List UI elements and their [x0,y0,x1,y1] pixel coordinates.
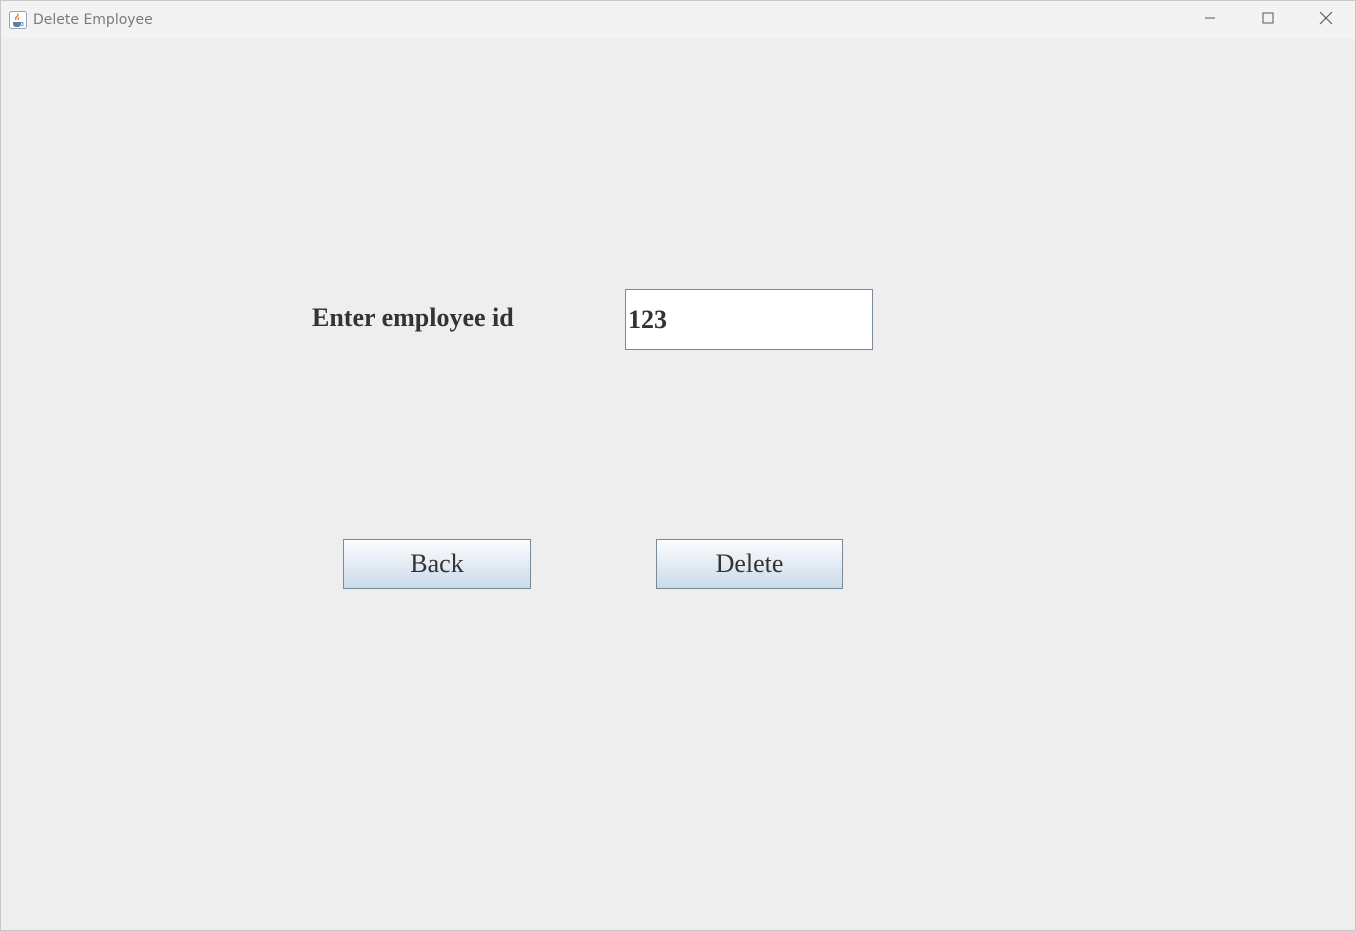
employee-id-label: Enter employee id [312,303,514,332]
back-button[interactable]: Back [343,539,531,589]
window-title: Delete Employee [33,12,153,28]
form-panel: Enter employee id Back Delete [1,39,1355,930]
close-icon [1319,11,1333,30]
java-cup-icon [9,11,27,29]
maximize-button[interactable] [1239,1,1297,39]
minimize-button[interactable] [1181,1,1239,39]
employee-id-input[interactable] [625,289,873,350]
close-button[interactable] [1297,1,1355,39]
maximize-icon [1262,11,1274,29]
delete-employee-window: Delete Employee Enter employee id 123 Ba… [0,0,1356,931]
minimize-icon [1204,11,1216,29]
title-bar[interactable]: Delete Employee [1,1,1355,39]
delete-button[interactable]: Delete [656,539,843,589]
